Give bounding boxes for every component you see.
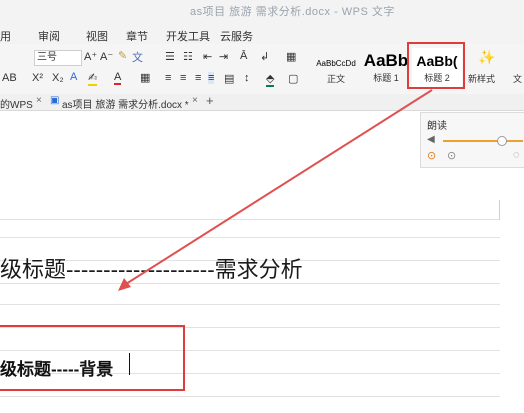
highlight-box-heading-2-style [407,42,465,89]
highlight-box-heading-text [0,325,185,391]
annotation-arrow [125,89,433,285]
annotation-arrowhead [118,278,131,291]
annotation-overlay [0,42,465,391]
